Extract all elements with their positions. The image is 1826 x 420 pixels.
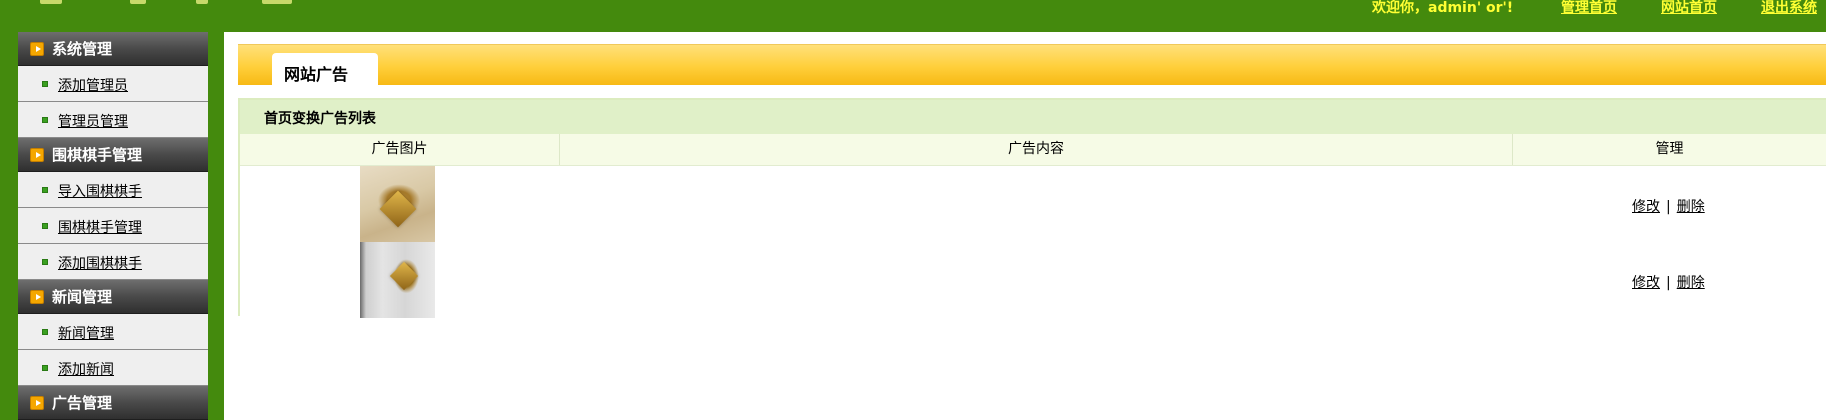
ad-image	[360, 166, 435, 242]
action-separator: |	[1666, 275, 1671, 291]
bullet-icon	[42, 223, 48, 229]
bullet-icon	[42, 187, 48, 193]
menu-item-add-player: 添加围棋棋手	[18, 244, 208, 280]
column-header-content: 广告内容	[560, 134, 1513, 165]
logout-link[interactable]: 退出系统	[1761, 0, 1817, 16]
arrow-right-icon	[30, 148, 44, 162]
edit-link[interactable]: 修改	[1632, 199, 1660, 215]
menu-item-add-admin: 添加管理员	[18, 66, 208, 102]
action-separator: |	[1666, 199, 1671, 215]
bullet-icon	[42, 117, 48, 123]
menu-item-import-players: 导入围棋棋手	[18, 172, 208, 208]
menu-group-news[interactable]: 新闻管理	[18, 280, 208, 314]
list-title-bar: 首页变换广告列表	[240, 100, 1826, 134]
menu-group-ads[interactable]: 广告管理	[18, 386, 208, 420]
admin-home-link[interactable]: 管理首页	[1561, 0, 1617, 16]
menu-group-label: 广告管理	[52, 394, 113, 412]
menu-link[interactable]: 导入围棋棋手	[58, 181, 142, 201]
sidebar-menu: 系统管理 添加管理员 管理员管理 围棋棋手管理 导入围棋棋手 围棋棋手管理 添加…	[18, 32, 208, 420]
menu-item-manage-news: 新闻管理	[18, 314, 208, 350]
menu-group-label: 系统管理	[52, 40, 113, 58]
column-header-manage: 管理	[1655, 141, 1684, 157]
ad-image	[360, 242, 435, 318]
edit-link[interactable]: 修改	[1632, 275, 1660, 291]
table-header: 广告图片 广告内容 管理	[240, 134, 1826, 166]
tab-bar: 网站广告	[238, 44, 1826, 86]
menu-link[interactable]: 管理员管理	[58, 111, 128, 131]
arrow-right-icon	[30, 42, 44, 56]
table-row: 修改 | 删除	[240, 242, 1826, 318]
ad-list-panel: 首页变换广告列表 广告图片 广告内容 管理 修改 | 删除 修改 | 删除	[238, 98, 1826, 318]
menu-link[interactable]: 添加新闻	[58, 359, 114, 379]
menu-group-go-players[interactable]: 围棋棋手管理	[18, 138, 208, 172]
ad-image-graphic	[379, 190, 417, 228]
tab-site-ads[interactable]: 网站广告	[272, 53, 378, 86]
site-home-link[interactable]: 网站首页	[1661, 0, 1717, 16]
menu-item-manage-admin: 管理员管理	[18, 102, 208, 138]
menu-link[interactable]: 新闻管理	[58, 323, 114, 343]
row-actions: 修改 | 删除	[1632, 196, 1705, 216]
menu-group-label: 围棋棋手管理	[52, 146, 143, 164]
menu-link[interactable]: 添加管理员	[58, 75, 128, 95]
top-bar: 欢迎你，admin' or'! 管理首页 网站首页 退出系统	[0, 0, 1826, 32]
menu-group-system[interactable]: 系统管理	[18, 32, 208, 66]
bullet-icon	[42, 365, 48, 371]
ad-image-graphic	[389, 261, 419, 291]
delete-link[interactable]: 删除	[1677, 199, 1705, 215]
menu-link[interactable]: 添加围棋棋手	[58, 253, 142, 273]
arrow-right-icon	[30, 290, 44, 304]
menu-item-add-news: 添加新闻	[18, 350, 208, 386]
tab-label: 网站广告	[284, 65, 349, 84]
bullet-icon	[42, 259, 48, 265]
menu-link[interactable]: 围棋棋手管理	[58, 217, 142, 237]
arrow-right-icon	[30, 396, 44, 410]
delete-link[interactable]: 删除	[1677, 275, 1705, 291]
column-header-image: 广告图片	[240, 134, 560, 165]
bullet-icon	[42, 81, 48, 87]
menu-group-label: 新闻管理	[52, 288, 113, 306]
menu-item-manage-players: 围棋棋手管理	[18, 208, 208, 244]
table-row: 修改 | 删除	[240, 166, 1826, 242]
row-actions: 修改 | 删除	[1632, 272, 1705, 292]
welcome-text: 欢迎你，admin' or'!	[1372, 0, 1514, 16]
list-title: 首页变换广告列表	[264, 111, 376, 127]
bullet-icon	[42, 329, 48, 335]
